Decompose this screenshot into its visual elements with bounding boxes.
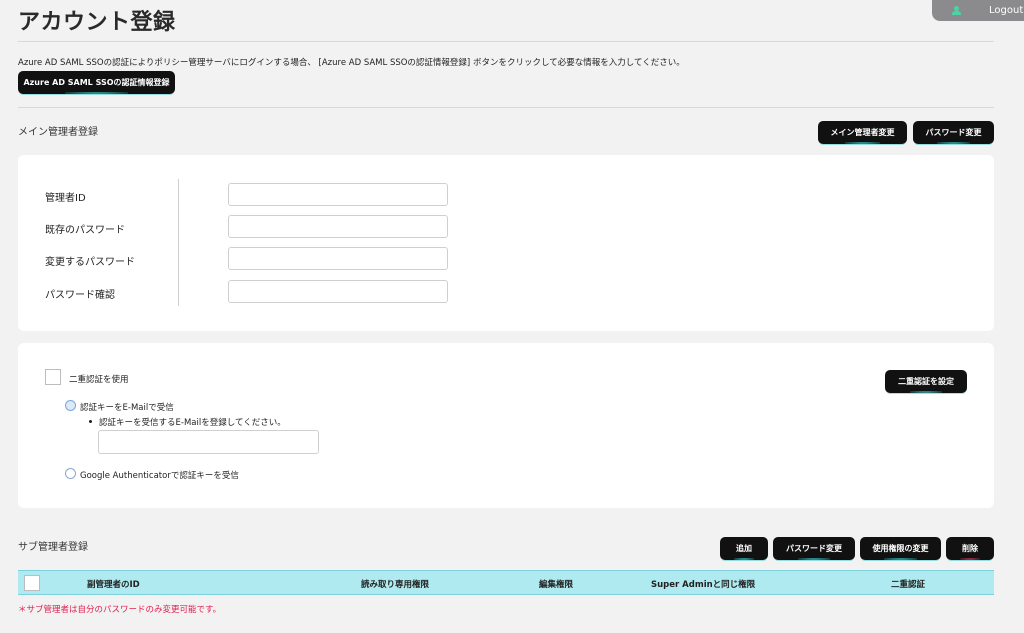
column-header: 二重認証 bbox=[891, 580, 926, 590]
admin-id-input[interactable] bbox=[228, 183, 448, 206]
sso-register-button[interactable]: Azure AD SAML SSOの認証情報登録 bbox=[18, 71, 175, 94]
sso-description: Azure AD SAML SSOの認証によりポリシー管理サーバにログインする場… bbox=[18, 58, 685, 68]
email-option-label: 認証キーをE-Mailで受信 bbox=[80, 403, 174, 413]
divider bbox=[18, 107, 994, 108]
delete-button[interactable]: 削除 bbox=[946, 537, 994, 560]
column-header: 編集権限 bbox=[539, 580, 574, 590]
email-input[interactable] bbox=[98, 430, 319, 454]
bullet bbox=[89, 420, 92, 423]
column-header: 読み取り専用権限 bbox=[361, 580, 430, 590]
change-main-admin-button[interactable]: メイン管理者変更 bbox=[818, 121, 907, 144]
sub-admin-note: ＊サブ管理者は自分のパスワードのみ変更可能です。 bbox=[18, 605, 222, 615]
main-admin-panel bbox=[18, 155, 994, 331]
select-all-checkbox[interactable] bbox=[24, 575, 40, 591]
logout-label: Logout bbox=[989, 5, 1024, 16]
google-option-label: Google Authenticatorで認証キーを受信 bbox=[80, 471, 239, 481]
change-password-button[interactable]: パスワード変更 bbox=[913, 121, 994, 144]
main-admin-section-title: メイン管理者登録 bbox=[18, 127, 98, 138]
new-password-input[interactable] bbox=[228, 247, 448, 270]
two-factor-checkbox[interactable] bbox=[45, 369, 61, 385]
column-header: 副管理者のID bbox=[87, 580, 140, 590]
admin-id-label: 管理者ID bbox=[45, 193, 86, 204]
divider bbox=[18, 41, 994, 42]
change-permission-button[interactable]: 使用権限の変更 bbox=[860, 537, 941, 560]
column-header: Super Adminと同じ権限 bbox=[651, 580, 756, 590]
divider bbox=[178, 179, 179, 306]
email-hint: 認証キーを受信するE-Mailを登録してください。 bbox=[99, 418, 286, 428]
google-option-radio[interactable] bbox=[65, 468, 76, 479]
sub-admin-table-header: 副管理者のID 読み取り専用権限 編集権限 Super Adminと同じ権限 二… bbox=[18, 570, 994, 595]
new-password-label: 変更するパスワード bbox=[45, 257, 135, 268]
page-title: アカウント登録 bbox=[18, 10, 176, 35]
confirm-password-input[interactable] bbox=[228, 280, 448, 303]
current-password-input[interactable] bbox=[228, 215, 448, 238]
add-button[interactable]: 追加 bbox=[720, 537, 768, 560]
current-password-label: 既存のパスワード bbox=[45, 225, 125, 236]
user-icon bbox=[952, 5, 961, 16]
two-factor-label: 二重認証を使用 bbox=[69, 375, 129, 385]
confirm-password-label: パスワード確認 bbox=[45, 290, 115, 301]
email-option-radio[interactable] bbox=[65, 400, 76, 411]
logout-button[interactable]: Logout bbox=[932, 0, 1024, 21]
set-two-factor-button[interactable]: 二重認証を設定 bbox=[885, 370, 967, 393]
sub-change-password-button[interactable]: パスワード変更 bbox=[773, 537, 855, 560]
sub-admin-section-title: サブ管理者登録 bbox=[18, 542, 88, 553]
